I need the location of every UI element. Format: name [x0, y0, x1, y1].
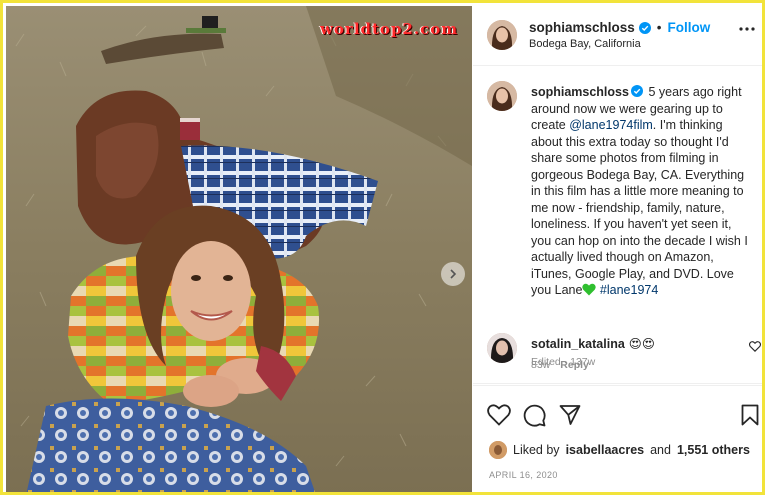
caption-text: sophiamschloss 5 years ago right around …: [531, 84, 753, 299]
share-icon[interactable]: [559, 404, 581, 426]
commenter-username[interactable]: sotalin_katalina: [531, 337, 625, 351]
post-header: sophiamschloss • Follow Bodega Bay, Cali…: [473, 6, 762, 66]
follow-button[interactable]: Follow: [668, 20, 711, 35]
likes-count[interactable]: 1,551 others: [677, 443, 750, 457]
bookmark-icon[interactable]: [741, 404, 759, 426]
avatar-image: [487, 20, 517, 50]
chevron-right-icon: [450, 269, 457, 279]
author-avatar[interactable]: [487, 20, 517, 50]
comment-text: 😍😍: [628, 337, 655, 351]
liker-username[interactable]: isabellaacres: [566, 443, 645, 457]
avatar-image: [489, 441, 507, 459]
reply-button[interactable]: Reply: [560, 359, 589, 371]
post-photo: worldtop2.com: [6, 6, 472, 492]
likes-prefix: Liked by: [513, 443, 560, 457]
post-date[interactable]: APRIL 16, 2020: [489, 470, 558, 480]
caption-username[interactable]: sophiamschloss: [531, 85, 629, 99]
comment-icon[interactable]: [523, 404, 546, 427]
likes-conjunction: and: [650, 443, 671, 457]
avatar-image: [487, 81, 517, 111]
likes-summary: Liked by isabellaacres and 1,551 others: [489, 441, 750, 459]
separator-dot: •: [656, 20, 662, 35]
caption-hashtag-link[interactable]: #lane1974: [600, 283, 658, 297]
location-link[interactable]: Bodega Bay, California: [529, 38, 641, 50]
screenshot-frame: worldtop2.com sophiamschloss • Follow Bo…: [0, 0, 765, 495]
comment-meta: 83w Reply: [531, 359, 589, 371]
more-options-icon[interactable]: [739, 26, 755, 32]
liker-avatar[interactable]: [489, 441, 507, 459]
caption-author-avatar[interactable]: [487, 81, 517, 111]
post-sidebar: sophiamschloss • Follow Bodega Bay, Cali…: [473, 6, 762, 492]
green-heart-icon: [582, 283, 597, 296]
photo-illustration: [6, 6, 472, 492]
comment-age: 83w: [531, 359, 551, 371]
caption-mention-link[interactable]: @lane1974film: [569, 118, 653, 132]
heart-icon[interactable]: [487, 404, 511, 426]
comment-text-row: sotalin_katalina 😍😍: [531, 336, 655, 351]
next-photo-button[interactable]: [441, 262, 465, 286]
commenter-avatar[interactable]: [487, 333, 517, 363]
header-user-row: sophiamschloss • Follow: [529, 20, 710, 35]
heart-icon[interactable]: [749, 341, 761, 352]
avatar-image: [487, 333, 517, 363]
verified-badge-icon: [630, 85, 643, 97]
caption-body-part2: . I'm thinking about this extra today so…: [531, 118, 748, 297]
post-actions: Liked by isabellaacres and 1,551 others …: [473, 385, 762, 492]
verified-badge-icon: [638, 21, 651, 34]
watermark-text: worldtop2.com: [320, 20, 459, 38]
header-username[interactable]: sophiamschloss: [529, 20, 635, 35]
